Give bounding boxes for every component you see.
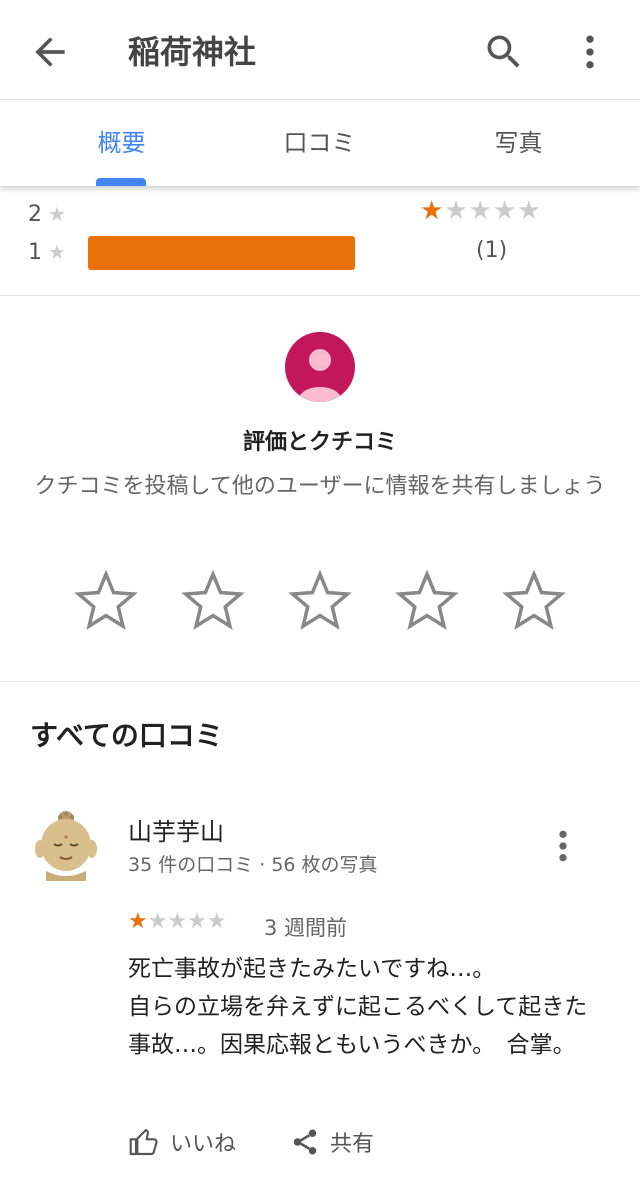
tab-reviews[interactable]: 口コミ bbox=[213, 100, 426, 186]
user-avatar bbox=[285, 332, 355, 402]
histogram-row-1: 1 ★ bbox=[28, 240, 66, 265]
review-author-meta: 35 件の口コミ · 56 枚の写真 bbox=[128, 854, 378, 876]
star-icon: ★ bbox=[48, 202, 66, 226]
tab-photos[interactable]: 写真 bbox=[412, 100, 625, 186]
rate-star-4[interactable] bbox=[392, 566, 462, 636]
tab-bar: 概要 口コミ 写真 bbox=[0, 100, 640, 186]
rate-and-review-section: 評価とクチコミ クチコミを投稿して他のユーザーに情報を共有しましょう bbox=[0, 296, 640, 682]
thumb-up-icon bbox=[129, 1128, 158, 1156]
rating-histogram: 2 ★ 1 ★ ★★★★★ (1) bbox=[0, 186, 640, 296]
reviews-heading: すべての口コミ bbox=[30, 719, 223, 752]
app-bar: 稲荷神社 bbox=[0, 0, 640, 100]
share-button[interactable]: 共有 bbox=[290, 1122, 374, 1162]
review-date: 3 週間前 bbox=[264, 916, 348, 940]
more-vert-icon[interactable] bbox=[568, 30, 612, 74]
buddha-avatar[interactable] bbox=[28, 805, 104, 881]
search-icon[interactable] bbox=[482, 30, 526, 74]
like-button[interactable]: いいね bbox=[128, 1122, 236, 1162]
histogram-bar-1 bbox=[88, 236, 355, 270]
review-text: 死亡事故が起きたみたいですね…。 自らの立場を弁えずに起こるべくして起きた事故…… bbox=[128, 956, 588, 1058]
rate-star-3[interactable] bbox=[285, 566, 355, 636]
review-count: (1) bbox=[476, 238, 508, 263]
share-icon bbox=[293, 1129, 317, 1155]
average-rating-stars: ★★★★★ bbox=[420, 196, 542, 226]
rate-subtext: クチコミを投稿して他のユーザーに情報を共有しましょう bbox=[34, 474, 606, 499]
rate-star-5[interactable] bbox=[499, 566, 569, 636]
star-icon: ★ bbox=[48, 240, 66, 264]
review-rating-stars: ★★★★★ bbox=[128, 909, 227, 934]
more-vert-icon[interactable] bbox=[548, 826, 578, 866]
rate-heading: 評価とクチコミ bbox=[242, 430, 397, 455]
review-author[interactable]: 山芋芋山 bbox=[128, 812, 224, 847]
tab-overview[interactable]: 概要 bbox=[15, 100, 228, 186]
arrow-back-icon[interactable] bbox=[28, 30, 72, 74]
rating-input bbox=[0, 566, 640, 636]
histogram-row-label: 1 bbox=[28, 240, 42, 265]
like-label: いいね bbox=[170, 1132, 237, 1157]
active-tab-indicator bbox=[96, 178, 146, 186]
rate-star-2[interactable] bbox=[178, 566, 248, 636]
share-label: 共有 bbox=[330, 1132, 375, 1157]
histogram-row-label: 2 bbox=[28, 202, 42, 227]
histogram-row-2: 2 ★ bbox=[28, 202, 66, 227]
rate-star-1[interactable] bbox=[71, 566, 141, 636]
page-title: 稲荷神社 bbox=[128, 33, 257, 71]
